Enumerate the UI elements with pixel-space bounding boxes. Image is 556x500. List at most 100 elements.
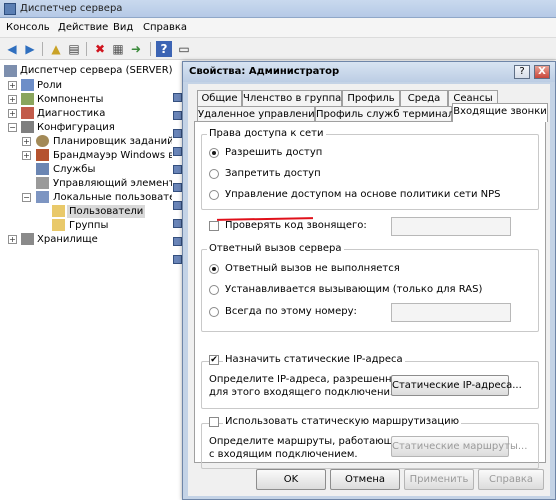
close-button[interactable]: X <box>534 65 550 79</box>
navigation-tree: Диспетчер сервера (SERVER) + Роли + Комп… <box>0 60 190 500</box>
user-icon <box>173 255 182 264</box>
deny-access-label[interactable]: Запретить доступ <box>225 168 321 179</box>
firewall-icon <box>36 149 49 161</box>
menu-console[interactable]: Консоль <box>6 22 50 33</box>
user-icon <box>173 129 182 138</box>
context-help-button[interactable]: ? <box>514 65 530 79</box>
components-icon <box>21 93 34 105</box>
server-icon <box>4 65 17 77</box>
diagnostics-icon <box>21 107 34 119</box>
user-icon <box>173 165 182 174</box>
callback-group-label: Ответный вызов сервера <box>207 243 344 254</box>
caller-set-label[interactable]: Устанавливается вызывающим (только для R… <box>225 284 482 295</box>
folder-icon <box>52 219 65 231</box>
menu-help[interactable]: Справка <box>143 22 187 33</box>
properties-dialog: Свойства: Администратор ? X Общие Членст… <box>182 61 556 500</box>
tab-remote-control[interactable]: Удаленное управление <box>197 106 321 122</box>
apply-button[interactable]: Применить <box>404 469 474 490</box>
roles-icon <box>21 79 34 91</box>
static-ip-button[interactable]: Статические IP-адреса... <box>391 375 522 396</box>
server-manager-icon <box>4 3 16 15</box>
tree-storage[interactable]: Хранилище <box>37 233 98 246</box>
dialog-title-bar: Свойства: Администратор ? X <box>183 62 555 82</box>
no-callback-radio[interactable] <box>209 264 219 274</box>
verify-caller-label[interactable]: Проверять код звонящего: <box>225 220 367 231</box>
expand-diagnostics-icon[interactable]: + <box>8 109 17 118</box>
static-ip-desc-2: для этого входящего подключения. <box>209 387 400 398</box>
tree-diagnostics[interactable]: Диагностика <box>37 107 105 120</box>
tree-groups[interactable]: Группы <box>69 219 108 232</box>
wmi-icon <box>36 177 49 189</box>
user-icon <box>173 147 182 156</box>
configuration-icon <box>21 121 34 133</box>
tab-general[interactable]: Общие <box>197 90 242 106</box>
user-icon <box>173 237 182 246</box>
dial-in-panel: Права доступа к сети Разрешить доступ За… <box>194 121 546 469</box>
callback-number-field[interactable] <box>391 303 511 322</box>
tab-terminal-services-profile[interactable]: Профиль служб терминалов <box>315 106 466 122</box>
ok-button[interactable]: OK <box>256 469 326 490</box>
menu-view[interactable]: Вид <box>113 22 133 33</box>
deny-access-radio[interactable] <box>209 169 219 179</box>
tree-root[interactable]: Диспетчер сервера (SERVER) <box>20 64 173 77</box>
user-icon <box>173 201 182 210</box>
tree-task-scheduler[interactable]: Планировщик заданий <box>53 135 174 148</box>
help-icon[interactable]: ? <box>156 41 172 57</box>
always-callback-radio[interactable] <box>209 307 219 317</box>
expand-components-icon[interactable]: + <box>8 95 17 104</box>
tree-local-users[interactable]: Локальные пользователи <box>53 191 188 204</box>
always-callback-label[interactable]: Всегда по этому номеру: <box>225 306 357 317</box>
tab-environment[interactable]: Среда <box>400 90 448 106</box>
toolbar: ◀ ▶ ▲ ▤ ✖ ▦ ➜ ? ▭ <box>0 38 556 60</box>
tree-components[interactable]: Компоненты <box>37 93 103 106</box>
static-routes-checkbox[interactable] <box>209 417 219 427</box>
tree-services[interactable]: Службы <box>53 163 95 176</box>
properties-icon[interactable]: ▦ <box>110 41 126 57</box>
allow-access-radio[interactable] <box>209 148 219 158</box>
tree-wmi-control[interactable]: Управляющий элемент W <box>53 177 188 190</box>
delete-icon[interactable]: ✖ <box>92 41 108 57</box>
allow-access-label[interactable]: Разрешить доступ <box>225 147 322 158</box>
users-groups-icon <box>36 191 49 203</box>
static-ip-checkbox[interactable]: ✔ <box>209 355 219 365</box>
menu-action[interactable]: Действие <box>58 22 108 33</box>
dialog-title: Свойства: Администратор <box>189 66 340 77</box>
tree-firewall[interactable]: Брандмауэр Windows в ре <box>53 149 190 162</box>
up-folder-icon[interactable]: ▲ <box>48 41 64 57</box>
static-routes-label[interactable]: Использовать статическую маршрутизацию <box>223 416 462 427</box>
expand-firewall-icon[interactable]: + <box>22 151 31 160</box>
clock-icon <box>36 135 49 147</box>
static-routes-desc-1: Определите маршруты, работающие <box>209 436 406 447</box>
verify-caller-field[interactable] <box>391 217 511 236</box>
show-tree-icon[interactable]: ▤ <box>66 41 82 57</box>
no-callback-label[interactable]: Ответный вызов не выполняется <box>225 263 400 274</box>
forward-icon[interactable]: ▶ <box>22 41 38 57</box>
tree-configuration[interactable]: Конфигурация <box>37 121 115 134</box>
help-button[interactable]: Справка <box>478 469 544 490</box>
action-pane-icon[interactable]: ▭ <box>176 41 192 57</box>
tab-dial-in[interactable]: Входящие звонки <box>452 103 548 122</box>
static-ip-label[interactable]: Назначить статические IP-адреса <box>223 354 405 365</box>
nps-policy-label[interactable]: Управление доступом на основе политики с… <box>225 189 501 200</box>
tab-profile[interactable]: Профиль <box>342 90 400 106</box>
network-access-label: Права доступа к сети <box>207 128 326 139</box>
static-routes-button[interactable]: Статические маршруты... <box>391 436 527 457</box>
dialog-body: Общие Членство в группах Профиль Среда С… <box>188 84 550 496</box>
nps-policy-radio[interactable] <box>209 190 219 200</box>
expand-scheduler-icon[interactable]: + <box>22 137 31 146</box>
tree-roles[interactable]: Роли <box>37 79 62 92</box>
collapse-configuration-icon[interactable]: − <box>8 123 17 132</box>
verify-caller-checkbox[interactable] <box>209 221 219 231</box>
storage-icon <box>21 233 34 245</box>
export-icon[interactable]: ➜ <box>128 41 144 57</box>
expand-roles-icon[interactable]: + <box>8 81 17 90</box>
tab-member-of[interactable]: Членство в группах <box>242 90 347 106</box>
user-icon <box>173 183 182 192</box>
back-icon[interactable]: ◀ <box>4 41 20 57</box>
static-routes-desc-2: с входящим подключением. <box>209 449 358 460</box>
collapse-local-users-icon[interactable]: − <box>22 193 31 202</box>
expand-storage-icon[interactable]: + <box>8 235 17 244</box>
caller-set-radio[interactable] <box>209 285 219 295</box>
tree-users[interactable]: Пользователи <box>67 205 146 218</box>
cancel-button[interactable]: Отмена <box>330 469 400 490</box>
